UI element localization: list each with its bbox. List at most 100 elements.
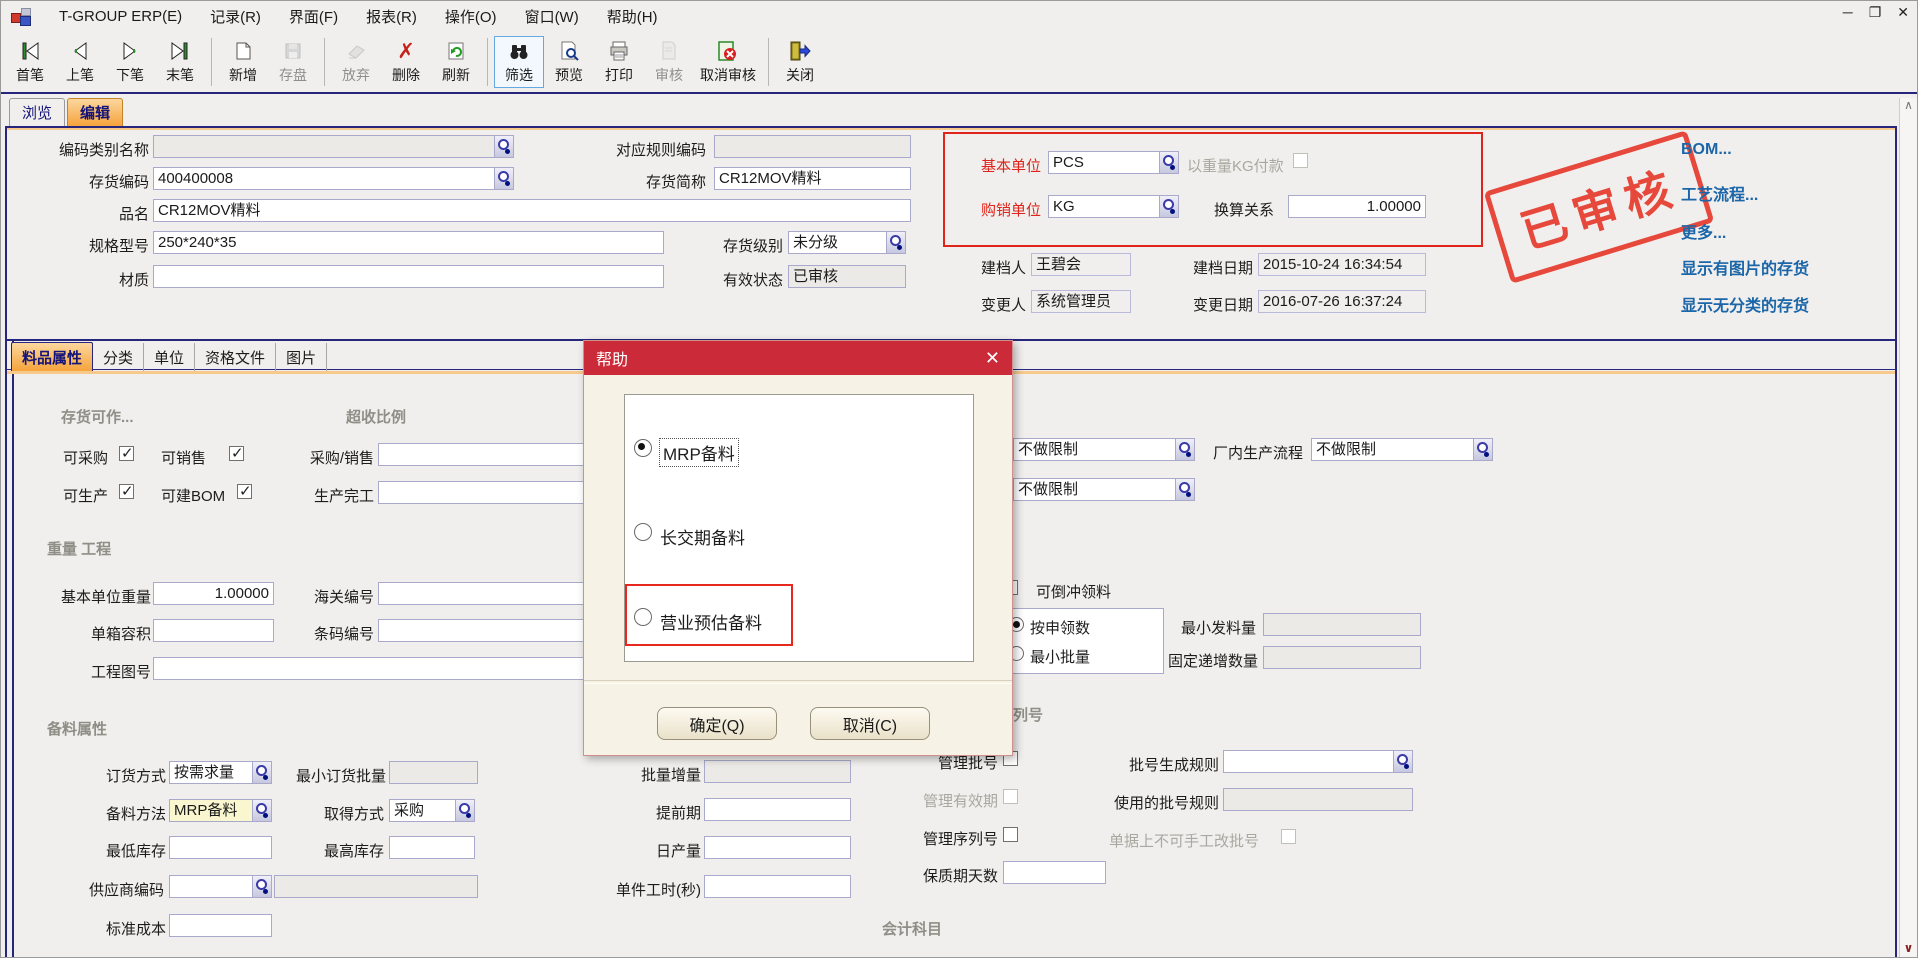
lookup-icon[interactable] (886, 232, 905, 253)
mrp-option-radio[interactable] (634, 439, 652, 457)
new-button[interactable]: 新增 (218, 36, 268, 88)
menu-window[interactable]: 窗口(W) (525, 6, 579, 27)
print-button[interactable]: 打印 (594, 36, 644, 88)
limit1-field[interactable]: 不做限制 (1013, 438, 1195, 461)
help-dialog-titlebar[interactable]: 帮助 ✕ (584, 341, 1012, 375)
last-record-button[interactable]: 末笔 (155, 36, 205, 88)
delete-button[interactable]: ✗ 删除 (381, 36, 431, 88)
lookup-icon[interactable] (1175, 479, 1194, 500)
scroll-up-icon[interactable] (1900, 98, 1917, 116)
batch-increment-label: 批量增量 (601, 764, 701, 785)
lookup-icon[interactable] (494, 168, 513, 189)
manage-serial-checkbox[interactable] (1003, 827, 1018, 842)
conversion-field[interactable]: 1.00000 (1288, 195, 1426, 218)
next-record-button[interactable]: 下笔 (105, 36, 155, 88)
vertical-scrollbar[interactable] (1899, 98, 1917, 958)
trade-unit-field[interactable]: KG (1048, 195, 1179, 218)
preview-button[interactable]: 预览 (544, 36, 594, 88)
subtab-unit[interactable]: 单位 (144, 343, 195, 371)
base-weight-field[interactable]: 1.00000 (153, 582, 274, 605)
daily-output-label: 日产量 (601, 840, 701, 861)
prev-record-button[interactable]: 上笔 (55, 36, 105, 88)
stock-method-field[interactable]: MRP备料 (169, 799, 272, 822)
dialog-close-icon[interactable]: ✕ (985, 348, 1000, 369)
lookup-icon[interactable] (252, 800, 271, 821)
rule-code-field[interactable] (714, 135, 911, 158)
lookup-icon[interactable] (1393, 751, 1412, 772)
inventory-code-field[interactable]: 400400008 (153, 167, 514, 190)
limit2-field[interactable]: 不做限制 (1013, 478, 1195, 501)
long-lead-option-label[interactable]: 长交期备料 (660, 524, 745, 549)
lookup-icon[interactable] (1159, 152, 1178, 173)
refresh-button[interactable]: 刷新 (431, 36, 481, 88)
lead-time-field[interactable] (704, 798, 851, 821)
inventory-short-field[interactable]: CR12MOV精料 (714, 167, 911, 190)
lookup-icon[interactable] (252, 876, 271, 897)
coding-category-field[interactable] (153, 135, 514, 158)
base-unit-field[interactable]: PCS (1048, 151, 1179, 174)
filter-button[interactable]: 筛选 (494, 36, 544, 88)
bom-link[interactable]: BOM... (1681, 141, 1732, 159)
max-inventory-field[interactable] (389, 836, 475, 859)
more-link[interactable]: 更多... (1681, 219, 1726, 243)
order-mode-label: 订货方式 (66, 765, 166, 786)
box-volume-field[interactable] (153, 619, 274, 642)
purchase-sale-field[interactable] (378, 443, 596, 466)
menu-operation[interactable]: 操作(O) (445, 6, 497, 27)
lookup-icon[interactable] (455, 800, 474, 821)
customs-field[interactable] (378, 582, 596, 605)
supplier-field[interactable] (169, 875, 272, 898)
can-purchase-checkbox[interactable] (119, 446, 134, 461)
long-lead-option-radio[interactable] (634, 523, 652, 541)
factory-flow-label: 厂内生产流程 (1203, 442, 1303, 463)
daily-output-field[interactable] (704, 836, 851, 859)
lookup-icon[interactable] (1159, 196, 1178, 217)
prod-finish-field[interactable] (378, 481, 596, 504)
factory-flow-field[interactable]: 不做限制 (1311, 438, 1493, 461)
process-flow-link[interactable]: 工艺流程... (1681, 181, 1758, 205)
min-inventory-field[interactable] (169, 836, 272, 859)
subtab-picture[interactable]: 图片 (276, 343, 327, 371)
cancel-audit-button[interactable]: 取消审核 (694, 36, 762, 88)
mrp-option-label[interactable]: MRP备料 (660, 439, 738, 466)
restore-button[interactable]: ❐ (1869, 4, 1882, 21)
lookup-icon[interactable] (252, 762, 271, 783)
std-cost-field[interactable] (169, 914, 272, 937)
barcode-field[interactable] (378, 619, 596, 642)
menu-interface[interactable]: 界面(F) (289, 6, 338, 27)
lookup-icon[interactable] (1175, 439, 1194, 460)
acquire-mode-field[interactable]: 采购 (389, 799, 475, 822)
can-bom-checkbox[interactable] (237, 484, 252, 499)
tab-browse[interactable]: 浏览 (9, 98, 65, 126)
can-produce-checkbox[interactable] (119, 484, 134, 499)
order-mode-field[interactable]: 按需求量 (169, 761, 272, 784)
ok-button[interactable]: 确定(Q) (657, 707, 777, 740)
minimize-button[interactable]: ─ (1843, 4, 1853, 21)
batch-rule-field[interactable] (1223, 750, 1413, 773)
drawing-field[interactable] (153, 657, 596, 680)
menu-help[interactable]: 帮助(H) (607, 6, 658, 27)
unit-hours-field[interactable] (704, 875, 851, 898)
spec-field[interactable]: 250*240*35 (153, 231, 664, 254)
cancel-button[interactable]: 取消(C) (810, 707, 930, 740)
subtab-qualification[interactable]: 资格文件 (195, 343, 276, 371)
shelf-days-field[interactable] (1003, 861, 1106, 884)
material-field[interactable] (153, 265, 664, 288)
close-window-button[interactable]: ✕ (1897, 4, 1909, 21)
scroll-down-icon[interactable] (1900, 941, 1917, 958)
product-name-field[interactable]: CR12MOV精料 (153, 199, 911, 222)
subtab-classification[interactable]: 分类 (93, 343, 144, 371)
lookup-icon[interactable] (494, 136, 513, 157)
can-sale-checkbox[interactable] (229, 446, 244, 461)
lookup-icon[interactable] (1473, 439, 1492, 460)
menu-report[interactable]: 报表(R) (366, 6, 417, 27)
close-form-button[interactable]: 关闭 (775, 36, 825, 88)
show-with-picture-link[interactable]: 显示有图片的存货 (1681, 255, 1809, 279)
inventory-level-field[interactable]: 未分级 (788, 231, 906, 254)
menu-tgroup-erp[interactable]: T-GROUP ERP(E) (59, 8, 182, 25)
menu-record[interactable]: 记录(R) (210, 6, 261, 27)
show-unclassified-link[interactable]: 显示无分类的存货 (1681, 292, 1809, 316)
subtab-item-attributes[interactable]: 料品属性 (11, 342, 93, 371)
first-record-button[interactable]: 首笔 (5, 36, 55, 88)
tab-edit[interactable]: 编辑 (67, 98, 123, 126)
